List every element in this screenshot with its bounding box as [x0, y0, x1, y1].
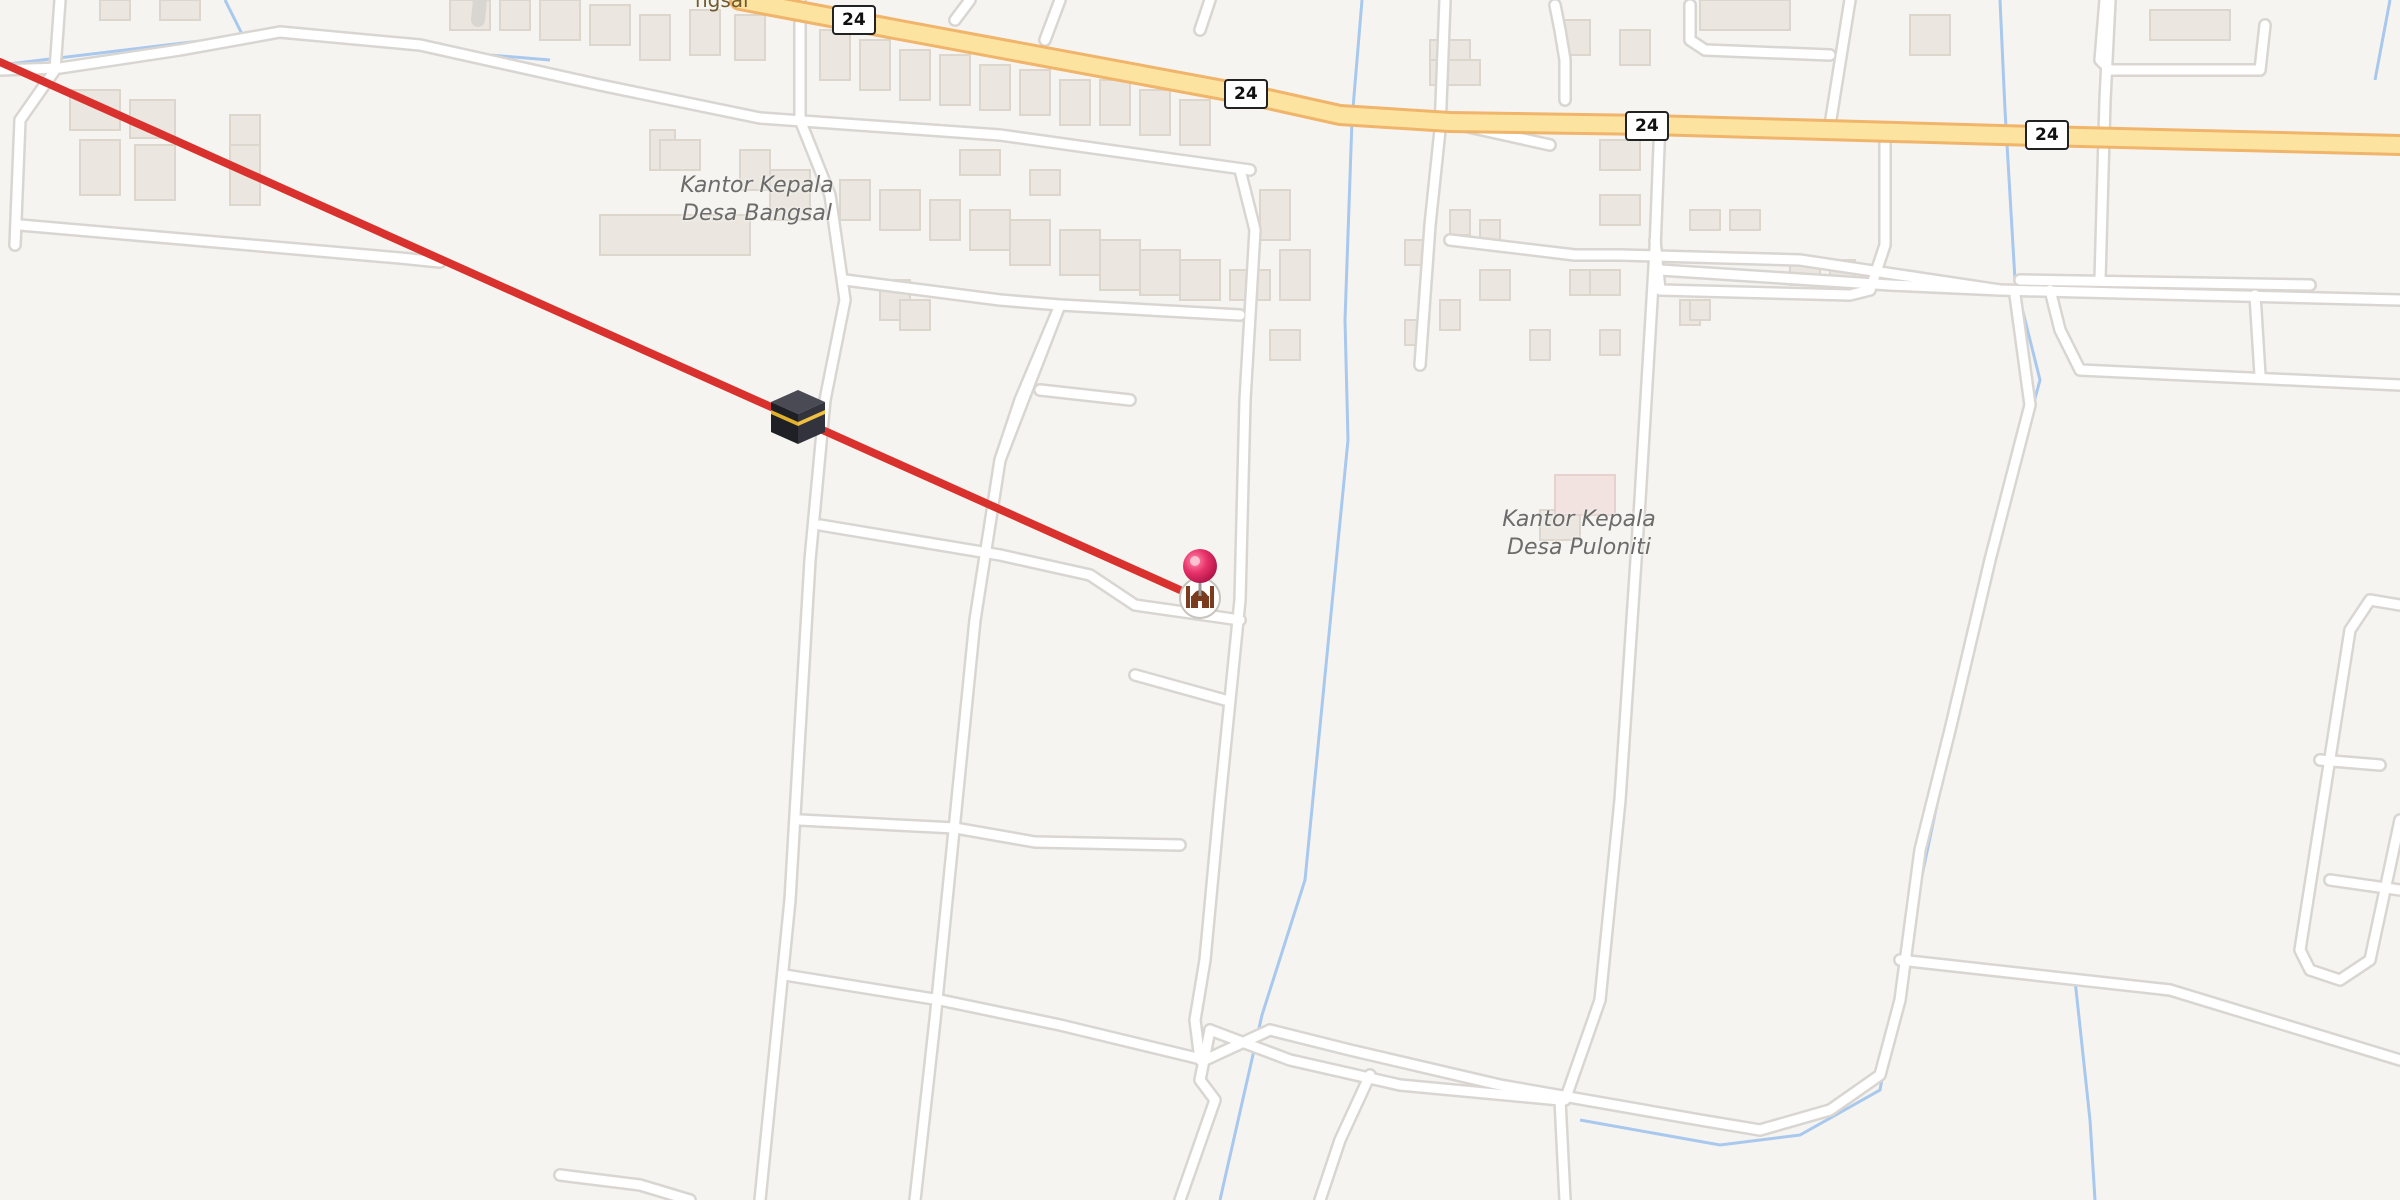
- route-shield: 24: [1625, 111, 1669, 141]
- place-label-puloniti[interactable]: Kantor Kepala Desa Puloniti: [1470, 506, 1688, 562]
- place-label-line: Kantor Kepala: [1502, 507, 1656, 532]
- place-label-line: Desa Puloniti: [1507, 535, 1651, 560]
- route-shield: 24: [1224, 79, 1268, 109]
- map-canvas[interactable]: ngsal 24 24 24 24 Kantor Kepala Desa Ban…: [0, 0, 2400, 1200]
- route-shield: 24: [832, 5, 876, 35]
- route-shield: 24: [2025, 120, 2069, 150]
- place-label-line: Kantor Kepala: [680, 173, 834, 198]
- map-layer: [0, 0, 2400, 1200]
- place-label-line: Desa Bangsal: [682, 201, 832, 226]
- place-label-bangsal[interactable]: Kantor Kepala Desa Bangsal: [648, 172, 866, 228]
- road-name-label: ngsal: [695, 0, 749, 12]
